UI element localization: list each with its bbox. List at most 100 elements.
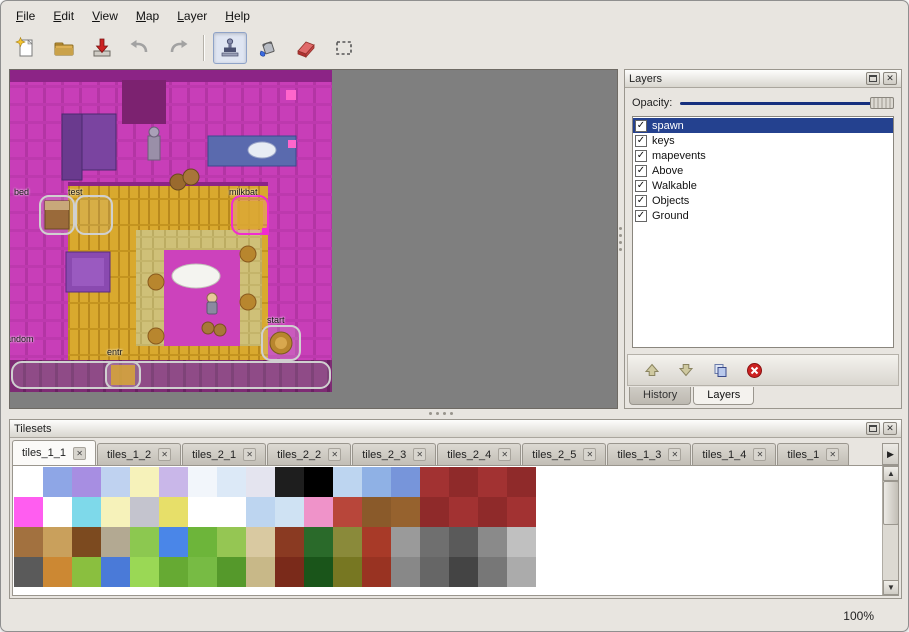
tileset-tile[interactable]	[362, 497, 391, 527]
tileset-tile[interactable]	[101, 557, 130, 587]
close-dock-button[interactable]: ✕	[883, 422, 897, 435]
tileset-tile[interactable]	[391, 467, 420, 497]
save-file-button[interactable]	[85, 32, 119, 64]
layer-visibility-checkbox[interactable]: ✓	[635, 180, 647, 192]
tileset-tile[interactable]	[130, 467, 159, 497]
tileset-tile[interactable]	[333, 497, 362, 527]
tileset-tab-tiles_1-partial[interactable]: tiles_1 ✕	[777, 443, 849, 465]
tileset-tile[interactable]	[246, 527, 275, 557]
close-tab-icon[interactable]: ✕	[328, 448, 341, 461]
tileset-tile[interactable]	[391, 497, 420, 527]
tileset-tab-tiles_2_1[interactable]: tiles_2_1 ✕	[182, 443, 266, 465]
tileset-tile[interactable]	[246, 497, 275, 527]
selection-handle[interactable]	[262, 228, 269, 235]
tileset-tile[interactable]	[188, 557, 217, 587]
tileset-tile[interactable]	[14, 557, 43, 587]
map-object-random[interactable]	[12, 362, 330, 388]
tileset-tile[interactable]	[246, 467, 275, 497]
redo-button[interactable]	[161, 32, 195, 64]
close-tab-icon[interactable]: ✕	[668, 448, 681, 461]
tileset-tab-tiles_1_2[interactable]: tiles_1_2 ✕	[97, 443, 181, 465]
raise-layer-button[interactable]	[642, 360, 662, 380]
tileset-tile[interactable]	[217, 527, 246, 557]
tileset-tile[interactable]	[333, 467, 362, 497]
tileset-tile[interactable]	[391, 527, 420, 557]
layer-row-walkable[interactable]: ✓ Walkable	[633, 178, 893, 193]
close-tab-icon[interactable]: ✕	[753, 448, 766, 461]
menu-file[interactable]: File	[7, 6, 44, 26]
layer-visibility-checkbox[interactable]: ✓	[635, 165, 647, 177]
tileset-tab-tiles_2_2[interactable]: tiles_2_2 ✕	[267, 443, 351, 465]
tileset-tile[interactable]	[478, 557, 507, 587]
tileset-tab-tiles_1_3[interactable]: tiles_1_3 ✕	[607, 443, 691, 465]
tileset-tile[interactable]	[507, 527, 536, 557]
tileset-tile[interactable]	[217, 557, 246, 587]
tileset-tile[interactable]	[304, 557, 333, 587]
open-file-button[interactable]	[47, 32, 81, 64]
layer-visibility-checkbox[interactable]: ✓	[635, 120, 647, 132]
map-object-test[interactable]	[76, 196, 112, 234]
tileset-tab-tiles_2_5[interactable]: tiles_2_5 ✕	[522, 443, 606, 465]
menu-map[interactable]: Map	[127, 6, 168, 26]
layer-visibility-checkbox[interactable]: ✓	[635, 195, 647, 207]
tileset-tile[interactable]	[362, 557, 391, 587]
map-view[interactable]	[10, 70, 332, 392]
tileset-tile[interactable]	[43, 527, 72, 557]
tileset-tile[interactable]	[478, 467, 507, 497]
tileset-tile[interactable]	[420, 467, 449, 497]
new-file-button[interactable]	[9, 32, 43, 64]
splitter-horizontal[interactable]	[9, 409, 902, 419]
layer-row-spawn[interactable]: ✓ spawn	[633, 118, 893, 133]
tileset-tile[interactable]	[101, 527, 130, 557]
stamp-tool-button[interactable]	[213, 32, 247, 64]
close-dock-button[interactable]: ✕	[883, 72, 897, 85]
opacity-slider-handle[interactable]	[870, 97, 894, 109]
bucket-fill-button[interactable]	[251, 32, 285, 64]
delete-layer-button[interactable]	[744, 360, 764, 380]
layer-row-mapevents[interactable]: ✓ mapevents	[633, 148, 893, 163]
close-tab-icon[interactable]: ✕	[243, 448, 256, 461]
tileset-view[interactable]: ▲ ▼	[12, 465, 899, 596]
tileset-scrollbar[interactable]: ▲ ▼	[882, 466, 898, 595]
close-tab-icon[interactable]: ✕	[73, 447, 86, 460]
tileset-tile[interactable]	[333, 557, 362, 587]
tileset-tile[interactable]	[449, 527, 478, 557]
tileset-tile[interactable]	[188, 527, 217, 557]
tileset-tile[interactable]	[304, 467, 333, 497]
tileset-tile[interactable]	[101, 467, 130, 497]
tileset-tile[interactable]	[275, 557, 304, 587]
tileset-tile[interactable]	[246, 557, 275, 587]
layer-row-above[interactable]: ✓ Above	[633, 163, 893, 178]
rect-select-tool-button[interactable]	[327, 32, 361, 64]
tileset-tile[interactable]	[391, 557, 420, 587]
tileset-tile[interactable]	[333, 527, 362, 557]
eraser-tool-button[interactable]	[289, 32, 323, 64]
float-dock-button[interactable]	[866, 422, 880, 435]
tileset-tile[interactable]	[478, 497, 507, 527]
close-tab-icon[interactable]: ✕	[583, 448, 596, 461]
tileset-tile[interactable]	[362, 467, 391, 497]
layer-visibility-checkbox[interactable]: ✓	[635, 210, 647, 222]
tileset-tile[interactable]	[43, 497, 72, 527]
undo-button[interactable]	[123, 32, 157, 64]
tileset-tile[interactable]	[217, 467, 246, 497]
layer-row-keys[interactable]: ✓ keys	[633, 133, 893, 148]
tileset-tile[interactable]	[159, 467, 188, 497]
layer-row-ground[interactable]: ✓ Ground	[633, 208, 893, 223]
scroll-up-button[interactable]: ▲	[883, 466, 899, 481]
tileset-tile[interactable]	[188, 497, 217, 527]
tileset-tile[interactable]	[101, 497, 130, 527]
tileset-tile[interactable]	[43, 557, 72, 587]
tileset-tab-tiles_2_3[interactable]: tiles_2_3 ✕	[352, 443, 436, 465]
tileset-tile[interactable]	[507, 467, 536, 497]
tileset-tile[interactable]	[507, 497, 536, 527]
tileset-tile[interactable]	[420, 497, 449, 527]
tileset-tile[interactable]	[14, 527, 43, 557]
scrollbar-thumb[interactable]	[883, 481, 899, 525]
tab-history[interactable]: History	[629, 387, 691, 405]
tileset-tile[interactable]	[72, 467, 101, 497]
close-tab-icon[interactable]: ✕	[158, 448, 171, 461]
lower-layer-button[interactable]	[676, 360, 696, 380]
tileset-tile[interactable]	[130, 557, 159, 587]
menu-layer[interactable]: Layer	[168, 6, 216, 26]
